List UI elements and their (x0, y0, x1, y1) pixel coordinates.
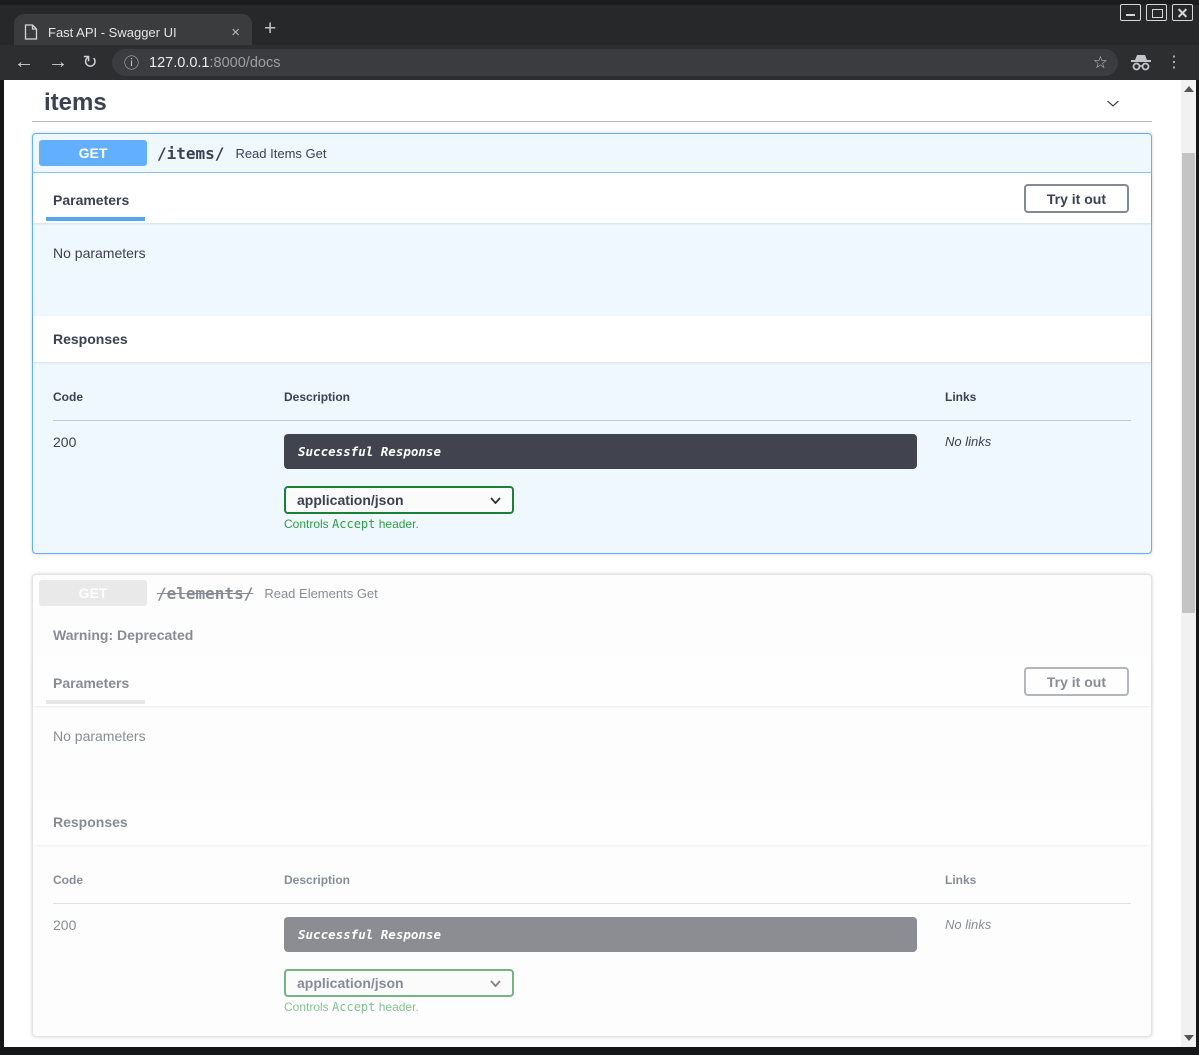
col-links-header: Links (945, 390, 1133, 404)
parameters-body: No parameters (33, 223, 1151, 316)
media-type-row: application/json Controls Accept header. (284, 486, 945, 531)
response-description-cell: Successful Response application/json Con… (284, 434, 945, 531)
window-maximize-button[interactable] (1146, 4, 1167, 21)
media-type-select[interactable]: application/json (284, 486, 514, 514)
responses-table-head: Code Description Links (53, 382, 1131, 421)
chevron-down-icon[interactable] (1101, 94, 1125, 107)
window-close-button[interactable] (1172, 4, 1193, 21)
response-row: 200 Successful Response application/json… (53, 904, 1131, 1014)
window-controls (1120, 4, 1193, 21)
address-bar[interactable]: ⓘ 127.0.0.1:8000/docs ☆ (112, 49, 1118, 76)
page-favicon-icon (24, 24, 38, 40)
parameters-header: Parameters Try it out (33, 656, 1151, 706)
response-links: No links (945, 917, 1133, 1014)
responses-header: Responses (33, 316, 1151, 362)
accept-note-suffix: header. (379, 1000, 419, 1014)
browser-toolbar: ← → ↻ ⓘ 127.0.0.1:8000/docs ☆ ⋮ (0, 45, 1199, 80)
browser-menu-icon[interactable]: ⋮ (1166, 53, 1182, 72)
window-minimize-button[interactable] (1120, 4, 1141, 21)
col-code-header: Code (53, 390, 284, 404)
try-it-out-button[interactable]: Try it out (1024, 667, 1129, 696)
deprecated-warning: Warning: Deprecated (33, 611, 1151, 656)
endpoint-path: /items/ (157, 144, 224, 163)
new-tab-button[interactable]: + (264, 17, 276, 41)
parameters-tab[interactable]: Parameters (53, 188, 129, 208)
parameters-header: Parameters Try it out (33, 173, 1151, 223)
opblock-summary[interactable]: GET /items/ Read Items Get (33, 134, 1151, 173)
method-badge: GET (39, 580, 147, 606)
media-type-value: application/json (297, 492, 404, 508)
url-text: 127.0.0.1:8000/docs (149, 55, 280, 71)
select-chevron-icon (490, 497, 501, 504)
select-chevron-icon (490, 980, 501, 987)
bookmark-star-icon[interactable]: ☆ (1093, 53, 1108, 73)
tab-close-icon[interactable]: × (229, 25, 242, 40)
url-host: 127.0.0.1 (149, 55, 209, 71)
response-description-cell: Successful Response application/json Con… (284, 917, 945, 1014)
opblock-get-elements-deprecated: GET /elements/ Read Elements Get Warning… (32, 574, 1152, 1037)
back-button[interactable]: ← (10, 45, 38, 80)
response-code: 200 (53, 434, 284, 531)
response-code: 200 (53, 917, 284, 1014)
try-it-out-button[interactable]: Try it out (1024, 184, 1129, 213)
tag-section-header[interactable]: items (32, 80, 1152, 122)
responses-table: Code Description Links 200 Successful Re… (33, 362, 1151, 553)
accept-header-note: Controls Accept header. (284, 517, 945, 531)
site-info-icon[interactable]: ⓘ (124, 52, 139, 73)
response-row: 200 Successful Response application/json… (53, 421, 1131, 531)
forward-button[interactable]: → (44, 45, 72, 80)
scrollbar-down-arrow-icon[interactable] (1184, 1035, 1194, 1041)
reload-button[interactable]: ↻ (76, 45, 104, 80)
media-type-value: application/json (297, 975, 404, 991)
endpoint-summary: Read Elements Get (264, 586, 377, 601)
no-parameters-text: No parameters (53, 245, 146, 261)
browser-titlebar: Fast API - Swagger UI × + (0, 0, 1199, 45)
swagger-page: items GET /items/ Read Items Get Paramet… (4, 80, 1196, 1047)
response-description: Successful Response (284, 434, 917, 469)
response-description: Successful Response (284, 917, 917, 952)
response-links: No links (945, 434, 1133, 531)
col-links-header: Links (945, 873, 1133, 887)
incognito-icon (1128, 53, 1154, 72)
accept-note-code: Accept (332, 1000, 375, 1014)
accept-header-note: Controls Accept header. (284, 1000, 945, 1014)
responses-title: Responses (53, 331, 128, 347)
tab-title: Fast API - Swagger UI (48, 25, 229, 40)
responses-table-head: Code Description Links (53, 865, 1131, 904)
accept-note-code: Accept (332, 517, 375, 531)
col-description-header: Description (284, 873, 945, 887)
no-parameters-text: No parameters (53, 728, 146, 744)
parameters-body: No parameters (33, 706, 1151, 799)
scrollbar-up-arrow-icon[interactable] (1184, 86, 1194, 92)
media-type-select[interactable]: application/json (284, 969, 514, 997)
opblock-summary[interactable]: GET /elements/ Read Elements Get (33, 575, 1151, 611)
method-badge: GET (39, 140, 147, 166)
responses-header: Responses (33, 799, 1151, 845)
accept-note-prefix: Controls (284, 517, 329, 531)
page-scrollbar[interactable] (1181, 80, 1196, 1047)
media-type-row: application/json Controls Accept header. (284, 969, 945, 1014)
endpoint-path: /elements/ (157, 584, 253, 603)
url-path: :8000/docs (210, 55, 281, 71)
responses-table: Code Description Links 200 Successful Re… (33, 845, 1151, 1036)
col-code-header: Code (53, 873, 284, 887)
scrollbar-thumb[interactable] (1182, 153, 1195, 613)
tag-title: items (44, 85, 107, 117)
parameters-tab[interactable]: Parameters (53, 671, 129, 691)
endpoint-summary: Read Items Get (235, 146, 326, 161)
accept-note-prefix: Controls (284, 1000, 329, 1014)
opblock-get-items: GET /items/ Read Items Get Parameters Tr… (32, 133, 1152, 554)
col-description-header: Description (284, 390, 945, 404)
responses-title: Responses (53, 814, 128, 830)
accept-note-suffix: header. (379, 517, 419, 531)
